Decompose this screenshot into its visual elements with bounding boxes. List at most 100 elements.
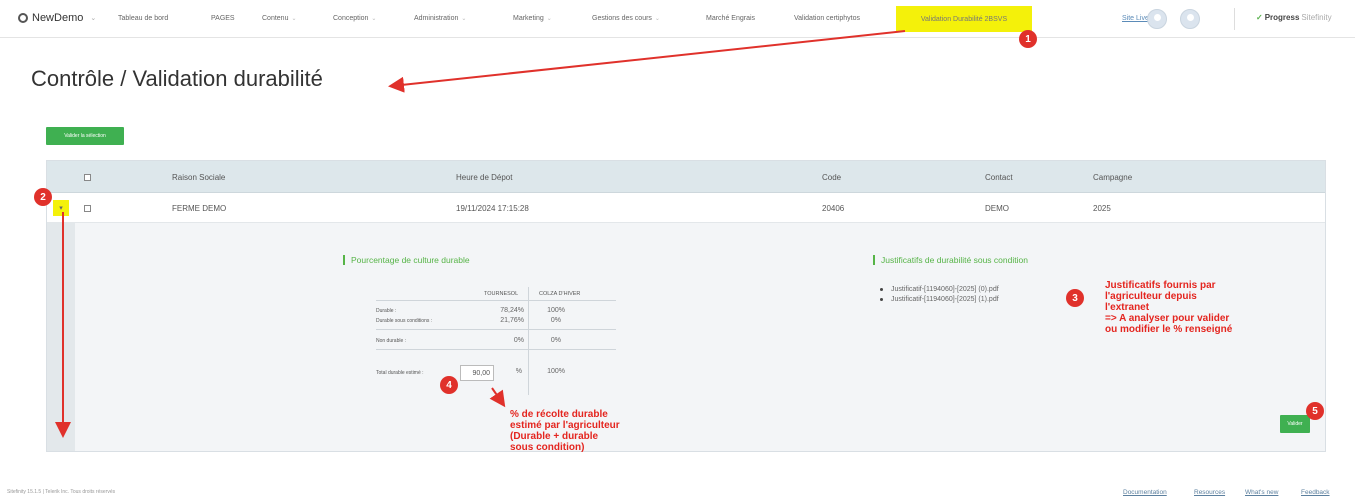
column-header-code[interactable]: Code xyxy=(822,173,841,182)
note-line: => A analyser pour valider xyxy=(1105,313,1230,324)
sitefinity-brand-text: Sitefinity xyxy=(1301,13,1332,22)
brand-name: NewDemo xyxy=(32,12,84,24)
nav-item-label: Contenu xyxy=(262,15,289,22)
chevron-down-icon: ⌄ xyxy=(291,16,297,22)
chevron-down-icon: ⌄ xyxy=(90,15,97,22)
chevron-down-icon: ⌄ xyxy=(461,16,467,22)
nav-item-gestions-des-cours[interactable]: Gestions des cours ⌄ xyxy=(592,15,660,22)
value-colza-non-durable: 0% xyxy=(550,337,561,344)
nav-item-contenu[interactable]: Contenu ⌄ xyxy=(262,15,297,22)
value-tournesol-durable: 78,24% xyxy=(500,307,524,314)
justificatif-filename: Justificatif-[1194060]-[2025] (1).pdf xyxy=(891,296,999,303)
expand-row-toggle[interactable]: ▾ xyxy=(53,200,69,216)
justificatif-filename: Justificatif-[1194060]-[2025] (0).pdf xyxy=(891,286,999,293)
nav-item-label: Tableau de bord xyxy=(118,15,169,22)
cell-code: 20406 xyxy=(822,204,845,213)
nav-item-label: Validation Durabilité 2BSVS xyxy=(920,15,1008,23)
nav-item-label: Marketing xyxy=(513,15,544,22)
row-checkbox[interactable] xyxy=(84,205,91,212)
progress-brand-text: Progress xyxy=(1264,13,1300,22)
footer-link-resources[interactable]: Resources xyxy=(1194,489,1225,496)
column-header-campagne[interactable]: Campagne xyxy=(1093,173,1132,182)
table-divider xyxy=(376,329,616,330)
nav-item-label: Conception xyxy=(333,15,369,22)
top-navigation-bar: NewDemo ⌄ Tableau de bord PAGES Contenu ⌄… xyxy=(0,0,1355,38)
grid-header: Raison Sociale Heure de Dépot Code Conta… xyxy=(47,161,1325,193)
nav-item-label: Administration xyxy=(414,15,459,22)
nav-item-administration[interactable]: Administration ⌄ xyxy=(414,15,466,22)
note-line: l'agriculteur depuis xyxy=(1105,291,1197,302)
chevron-down-icon: ⌄ xyxy=(654,16,660,22)
nav-divider xyxy=(1234,8,1235,30)
note-line: Justificatifs fournis par xyxy=(1105,280,1216,291)
total-durable-estime-input[interactable] xyxy=(460,365,494,381)
select-all-checkbox[interactable] xyxy=(84,174,91,181)
note-line: l'extranet xyxy=(1105,302,1150,313)
cell-heure-depot: 19/11/2024 17:15:28 xyxy=(456,204,529,213)
section-title-pourcentage: Pourcentage de culture durable xyxy=(343,255,470,265)
note-line: estimé par l'agriculteur xyxy=(510,420,620,431)
annotation-note-estimate: % de récolte durable estimé par l'agricu… xyxy=(510,409,620,453)
chevron-down-icon: ⌄ xyxy=(546,16,552,22)
table-divider xyxy=(528,287,529,395)
annotation-marker-5: 5 xyxy=(1306,402,1324,420)
user-avatar-icon[interactable] xyxy=(1180,9,1200,29)
nav-item-validation-durabilite[interactable]: Validation Durabilité 2BSVS xyxy=(896,6,1032,32)
cell-campagne: 2025 xyxy=(1093,204,1111,213)
footer-link-feedback[interactable]: Feedback xyxy=(1301,489,1330,496)
chevron-down-icon: ▾ xyxy=(59,205,63,212)
nav-item-pages[interactable]: PAGES xyxy=(211,15,235,22)
justificatif-link[interactable]: Justificatif-[1194060]-[2025] (1).pdf xyxy=(880,296,999,303)
nav-item-label: Gestions des cours xyxy=(592,15,652,22)
crop-header-colza: COLZA D'HIVER xyxy=(539,291,581,297)
brand-menu[interactable]: NewDemo ⌄ xyxy=(18,12,96,24)
progress-leaf-icon: ✓ xyxy=(1256,13,1263,22)
crop-header-tournesol: TOURNESOL xyxy=(484,291,519,297)
note-line: % de récolte durable xyxy=(510,409,608,420)
column-header-contact[interactable]: Contact xyxy=(985,173,1013,182)
bullet-icon xyxy=(880,287,883,291)
page-title: Contrôle / Validation durabilité xyxy=(31,66,323,91)
footer-link-whats-new[interactable]: What's new xyxy=(1245,489,1278,496)
row-detail-panel: Pourcentage de culture durable TOURNESOL… xyxy=(75,223,1325,451)
row-label-durable: Durable : xyxy=(376,308,397,314)
row-label-non-durable: Non durable : xyxy=(376,338,407,344)
notifications-avatar-icon[interactable] xyxy=(1147,9,1167,29)
nav-item-marche-engrais[interactable]: Marché Engrais xyxy=(706,15,755,22)
chevron-down-icon: ⌄ xyxy=(371,16,377,22)
note-line: sous condition) xyxy=(510,442,585,453)
annotation-marker-1: 1 xyxy=(1019,30,1037,48)
footer-link-documentation[interactable]: Documentation xyxy=(1123,489,1167,496)
percent-unit-label: % xyxy=(515,368,522,375)
note-line: ou modifier le % renseigné xyxy=(1105,324,1233,335)
nav-item-marketing[interactable]: Marketing ⌄ xyxy=(513,15,552,22)
nav-item-validation-certiphytos[interactable]: Validation certiphytos xyxy=(794,15,860,22)
table-divider xyxy=(376,349,616,350)
validate-row-button[interactable]: Valider xyxy=(1280,415,1310,433)
table-row[interactable]: ▾ FERME DEMO 19/11/2024 17:15:28 20406 D… xyxy=(47,193,1325,223)
cell-raison-sociale: FERME DEMO xyxy=(172,204,227,213)
note-line: (Durable + durable xyxy=(510,431,599,442)
sitefinity-logo-icon xyxy=(18,13,28,23)
bullet-icon xyxy=(880,297,883,301)
table-divider xyxy=(376,300,616,301)
nav-item-tableau-de-bord[interactable]: Tableau de bord xyxy=(118,15,168,22)
footer-copyright: Sitefinity 15.1.5 | Telerik Inc. Tous dr… xyxy=(7,489,116,495)
annotation-note-justificatifs: Justificatifs fournis par l'agriculteur … xyxy=(1105,280,1232,335)
cell-contact: DEMO xyxy=(985,204,1009,213)
validate-selection-button[interactable]: Valider la sélection xyxy=(46,127,124,145)
justificatif-link[interactable]: Justificatif-[1194060]-[2025] (0).pdf xyxy=(880,286,999,293)
arrow-to-title xyxy=(388,30,906,93)
nav-item-conception[interactable]: Conception ⌄ xyxy=(333,15,376,22)
nav-item-label: Marché Engrais xyxy=(706,15,756,22)
section-title-justificatifs: Justificatifs de durabilité sous conditi… xyxy=(873,255,1028,265)
value-colza-sous-conditions: 0% xyxy=(550,317,561,324)
site-live-link[interactable]: Site Live xyxy=(1122,15,1149,22)
row-label-total-durable-estime: Total durable estimé : xyxy=(376,370,424,376)
row-label-durable-sous-conditions: Durable sous conditions : xyxy=(376,318,433,324)
progress-sitefinity-logo: ✓ Progress Sitefinity xyxy=(1256,13,1332,22)
value-colza-total: 100% xyxy=(547,368,565,375)
column-header-heure-depot[interactable]: Heure de Dépot xyxy=(456,173,512,182)
annotation-marker-3: 3 xyxy=(1066,289,1084,307)
column-header-raison-sociale[interactable]: Raison Sociale xyxy=(172,173,225,182)
